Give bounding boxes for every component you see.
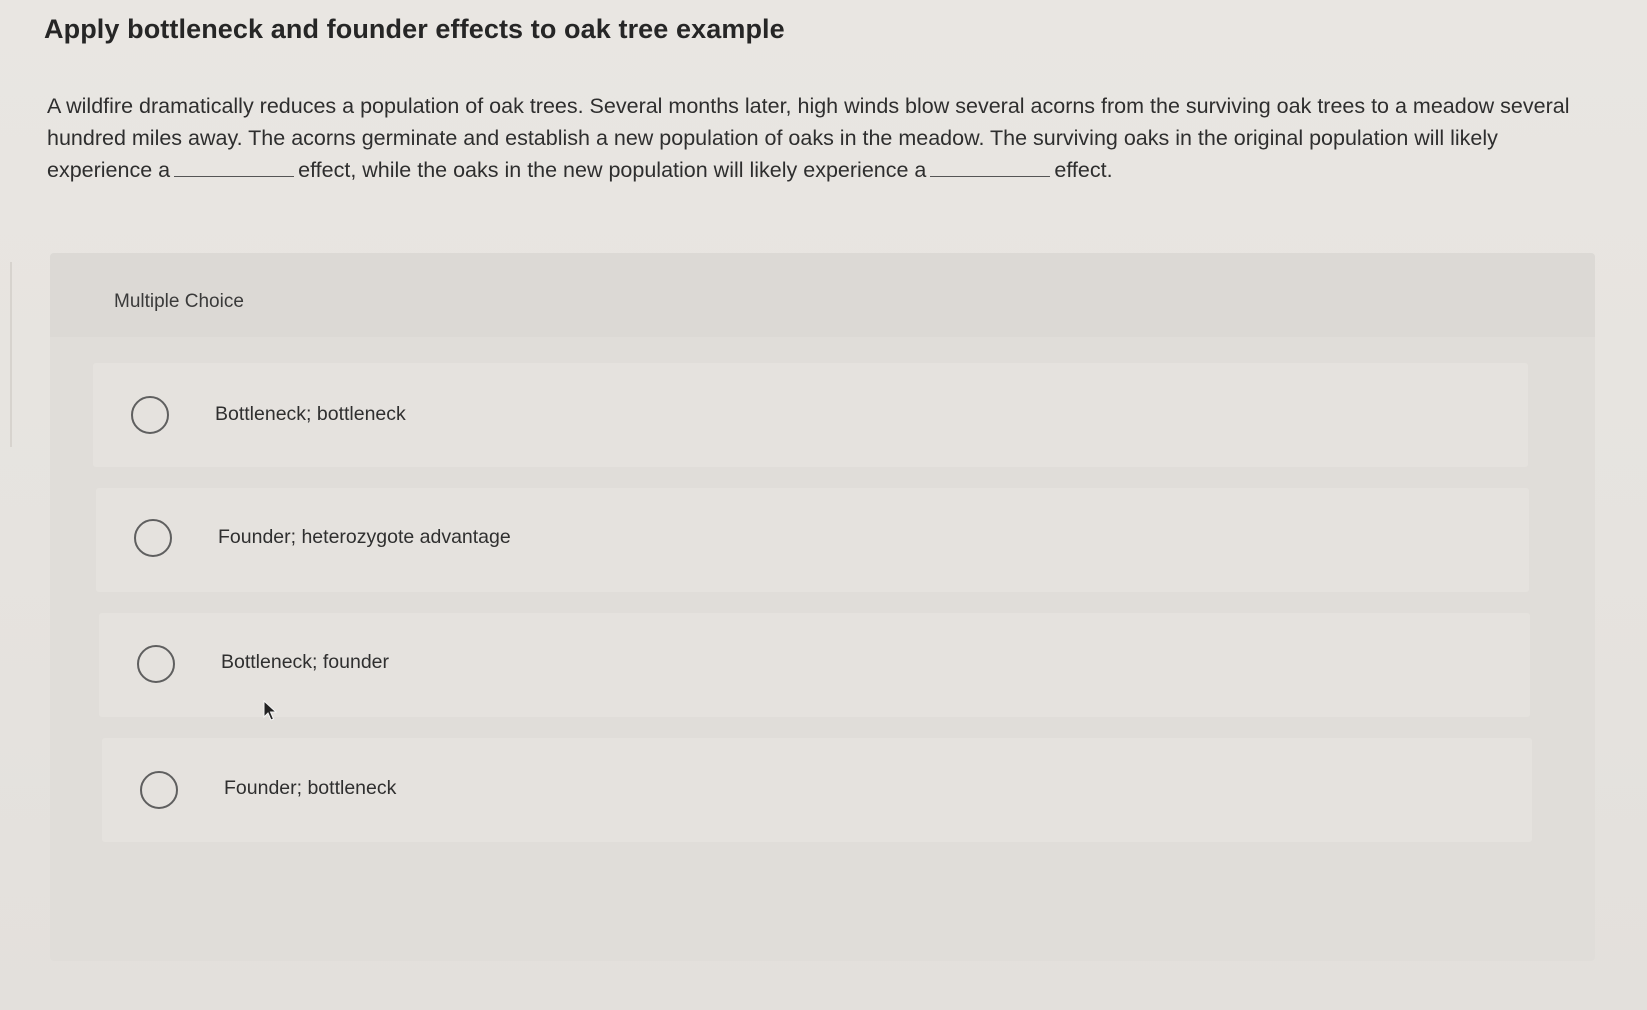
multiple-choice-panel: Multiple Choice Bottleneck; bottleneck F… [50, 253, 1595, 961]
radio-circle-icon[interactable] [140, 771, 178, 809]
choice-option-3[interactable]: Bottleneck; founder [99, 613, 1530, 717]
answer-blank-2 [930, 158, 1051, 177]
page: Apply bottleneck and founder effects to … [0, 0, 1647, 1010]
choice-option-1[interactable]: Bottleneck; bottleneck [93, 363, 1528, 467]
radio-circle-icon[interactable] [134, 519, 172, 557]
left-edge-divider [0, 262, 12, 447]
question-text-part3: effect. [1054, 158, 1113, 182]
choice-option-label: Founder; bottleneck [224, 777, 397, 799]
choice-option-label: Founder; heterozygote advantage [218, 526, 511, 548]
choice-option-label: Bottleneck; founder [221, 651, 390, 673]
answer-blank-1 [174, 158, 295, 177]
question-text-part2: effect, while the oaks in the new popula… [298, 158, 927, 182]
choice-option-4[interactable]: Founder; bottleneck [102, 738, 1532, 842]
radio-circle-icon[interactable] [137, 645, 175, 683]
multiple-choice-header: Multiple Choice [50, 253, 1595, 337]
choice-option-2[interactable]: Founder; heterozygote advantage [96, 488, 1529, 592]
question-title: Apply bottleneck and founder effects to … [44, 14, 785, 44]
multiple-choice-label: Multiple Choice [114, 291, 244, 312]
radio-circle-icon[interactable] [131, 396, 169, 434]
choice-option-label: Bottleneck; bottleneck [215, 403, 406, 425]
question-prompt: A wildfire dramatically reduces a popula… [47, 90, 1607, 186]
mouse-pointer-icon [263, 700, 277, 721]
